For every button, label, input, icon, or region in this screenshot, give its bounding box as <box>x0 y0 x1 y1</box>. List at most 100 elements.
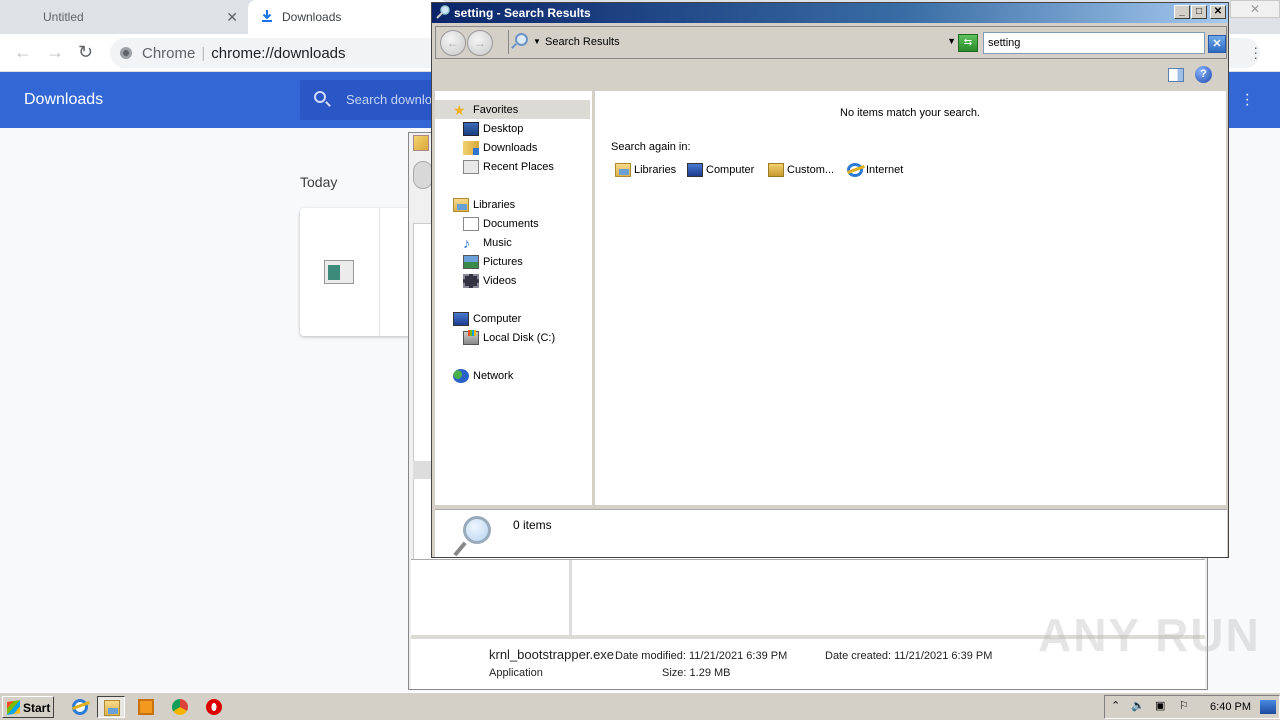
address-toolbar: ← → ▼ Search Results ▼ ⇆ setting ✕ <box>435 26 1227 59</box>
refresh-button[interactable]: ⇆ <box>958 34 978 52</box>
forward-arrow-icon[interactable]: → <box>46 42 64 63</box>
tab-downloads[interactable]: Downloads <box>248 0 448 34</box>
download-icon <box>262 10 272 22</box>
search-icon <box>314 91 326 103</box>
search-icon <box>436 5 450 19</box>
more-actions-icon[interactable]: · · · <box>1245 87 1250 113</box>
taskbar-explorer[interactable] <box>97 696 125 718</box>
libraries-icon <box>615 163 631 177</box>
nav-label: Local Disk (C:) <box>483 331 556 344</box>
desktop-icon <box>463 121 479 136</box>
close-tab-icon[interactable]: ✕ <box>226 9 238 26</box>
forward-button[interactable]: → <box>467 30 493 56</box>
nav-label: Favorites <box>473 103 519 116</box>
date-created-label: Date created: <box>825 650 892 662</box>
nav-item-downloads[interactable]: Downloads <box>463 138 537 157</box>
nav-label: Downloads <box>483 141 538 154</box>
minimize-button[interactable]: _ <box>1174 5 1190 19</box>
videos-icon <box>463 273 479 288</box>
taskbar-chrome[interactable] <box>166 696 194 718</box>
back-arrow-icon[interactable]: ← <box>14 42 32 63</box>
search-again-custom[interactable]: Custom... <box>768 163 834 177</box>
address-text: Search Results <box>545 36 620 48</box>
nav-item-computer[interactable]: Computer <box>453 309 521 328</box>
chrome-icon <box>172 699 188 715</box>
location-label: Internet <box>866 164 904 176</box>
window-title: setting - Search Results <box>454 6 591 20</box>
nav-label: Videos <box>483 274 517 287</box>
nav-item-local-disk[interactable]: Local Disk (C:) <box>463 328 555 347</box>
clear-search-button[interactable]: ✕ <box>1208 35 1226 53</box>
scrollbar-thumb[interactable] <box>413 461 433 479</box>
nav-label: Documents <box>483 217 539 230</box>
details-status-bar: 0 items <box>435 509 1227 557</box>
size-label: Size: <box>662 667 687 679</box>
search-again-computer[interactable]: Computer <box>687 163 754 177</box>
internet-explorer-icon <box>847 163 863 177</box>
windows-logo-icon <box>7 700 20 715</box>
location-label: Custom... <box>787 164 835 176</box>
star-icon: ★ <box>453 101 466 118</box>
taskbar-internet-explorer[interactable] <box>66 696 94 718</box>
back-button[interactable]: ← <box>440 30 466 56</box>
date-modified-label: Date modified: <box>615 650 686 662</box>
tab-untitled[interactable]: Untitled ✕ <box>0 0 248 34</box>
nav-item-desktop[interactable]: Desktop <box>463 119 523 138</box>
breadcrumb-dropdown-icon[interactable]: ▼ <box>533 37 541 46</box>
nav-item-network[interactable]: Network <box>453 366 513 385</box>
nav-item-videos[interactable]: Videos <box>463 271 516 290</box>
nav-item-recent-places[interactable]: Recent Places <box>463 157 554 176</box>
taskbar-media-player[interactable] <box>132 696 160 718</box>
nav-item-favorites[interactable]: ★ Favorites <box>435 100 590 119</box>
chrome-logo-icon <box>120 47 132 59</box>
network-warning-icon[interactable]: ▣ <box>1155 699 1165 712</box>
location-label: Computer <box>706 164 755 176</box>
computer-icon <box>687 163 703 177</box>
help-icon[interactable]: ? <box>1195 66 1212 83</box>
downloads-folder-icon <box>463 140 479 155</box>
clock[interactable]: 6:40 PM <box>1210 701 1251 713</box>
nav-item-documents[interactable]: Documents <box>463 214 539 233</box>
location-label: Libraries <box>634 164 677 176</box>
nav-item-music[interactable]: ♪ Music <box>463 233 512 252</box>
maximize-button[interactable]: □ <box>1191 5 1207 19</box>
action-center-flag-icon[interactable]: ⚐ <box>1179 699 1189 712</box>
search-again-libraries[interactable]: Libraries <box>615 163 676 177</box>
pane-divider[interactable] <box>569 560 572 636</box>
search-again-internet[interactable]: Internet <box>847 163 903 177</box>
window-close-button[interactable]: ✕ <box>1230 0 1280 18</box>
title-bar[interactable]: setting - Search Results _ □ ✕ <box>432 3 1228 23</box>
details-date-modified: Date modified: 11/21/2021 6:39 PM <box>615 650 787 662</box>
no-results-message: No items match your search. <box>840 107 980 119</box>
custom-folder-icon <box>768 163 784 177</box>
back-button[interactable] <box>413 161 433 189</box>
system-tray: ⌃ 🔈 ▣ ⚐ 6:40 PM <box>1104 695 1280 719</box>
nav-item-pictures[interactable]: Pictures <box>463 252 523 271</box>
search-input[interactable]: setting <box>983 32 1205 54</box>
show-desktop-button[interactable] <box>1260 700 1276 714</box>
show-hidden-icons-icon[interactable]: ⌃ <box>1111 699 1120 712</box>
close-button[interactable]: ✕ <box>1210 5 1226 19</box>
nav-item-libraries[interactable]: Libraries <box>453 195 515 214</box>
taskbar-opera[interactable] <box>200 696 228 718</box>
command-bar: ? <box>432 60 1228 90</box>
search-location-icon <box>515 33 528 46</box>
start-button[interactable]: Start <box>2 696 54 718</box>
search-again-label: Search again in: <box>611 141 691 153</box>
address-bar[interactable]: ▼ Search Results ▼ <box>508 30 956 54</box>
pictures-icon <box>463 254 479 269</box>
application-file-icon <box>324 260 354 284</box>
explorer-icon <box>104 700 120 716</box>
origin-label: Chrome <box>142 45 196 62</box>
magnifier-icon <box>463 516 491 544</box>
address-history-dropdown-icon[interactable]: ▼ <box>947 36 956 46</box>
local-disk-icon <box>463 329 479 345</box>
reload-icon[interactable]: ↻ <box>78 42 93 63</box>
details-date-created: Date created: 11/21/2021 6:39 PM <box>825 650 992 662</box>
browser-menu-icon[interactable]: · · · <box>1253 40 1258 64</box>
nav-label: Pictures <box>483 255 523 268</box>
preview-pane-icon[interactable] <box>1168 68 1184 82</box>
date-created-value: 11/21/2021 6:39 PM <box>894 650 993 662</box>
documents-icon <box>463 216 479 231</box>
volume-icon[interactable]: 🔈 <box>1131 699 1145 712</box>
